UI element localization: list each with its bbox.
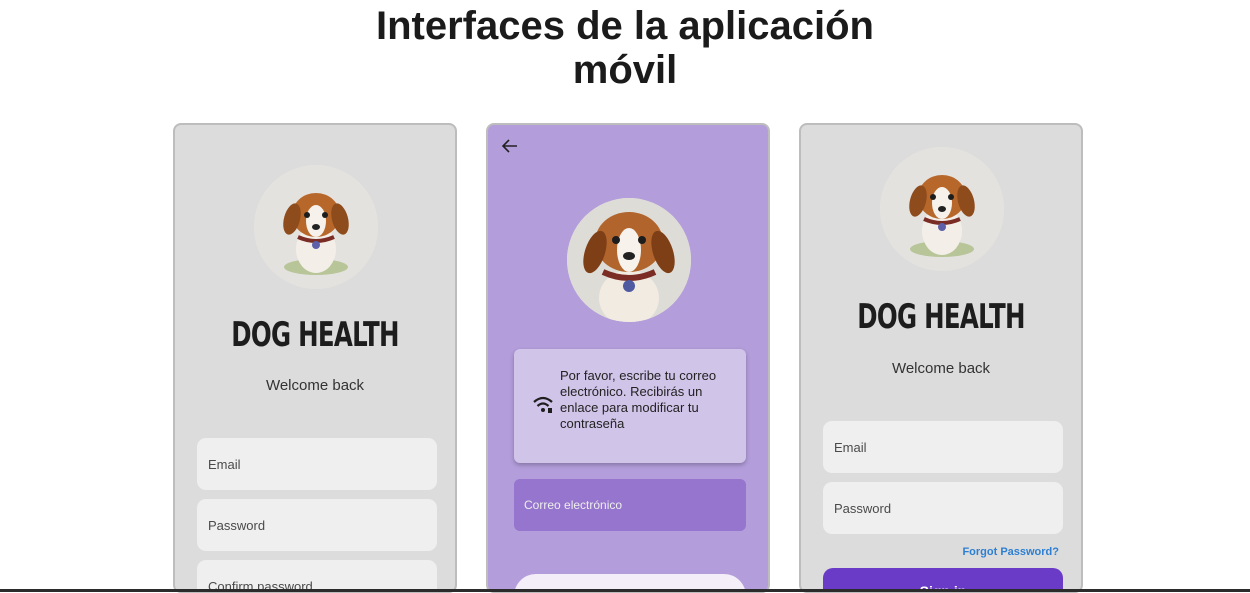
brand-title: DOG HEALTH (857, 297, 1025, 337)
password-field[interactable]: Password (823, 482, 1063, 534)
info-card: Por favor, escribe tu correo electrónico… (514, 349, 746, 463)
dog-avatar-icon (254, 165, 378, 289)
page-heading-line2: móvil (572, 48, 678, 92)
password-field[interactable]: Password (197, 499, 437, 551)
forgot-password-link[interactable]: Forgot Password? (962, 546, 1059, 558)
dog-avatar-icon (567, 198, 691, 322)
welcome-subtitle: Welcome back (891, 360, 991, 377)
signup-screen: DOG HEALTH Welcome back Email Password C… (173, 123, 457, 593)
wifi-icon (533, 396, 553, 413)
login-screen: DOG HEALTH Welcome back Email Password F… (799, 123, 1083, 593)
email-field[interactable]: Correo electrónico (514, 479, 746, 531)
page-heading: Interfaces de la aplicación móvil (0, 4, 1250, 92)
back-arrow-icon[interactable] (501, 137, 518, 158)
email-field[interactable]: Email (197, 438, 437, 490)
page-heading-line1: Interfaces de la aplicación (376, 4, 874, 48)
reset-password-screen: Por favor, escribe tu correo electrónico… (486, 123, 770, 593)
email-field[interactable]: Email (823, 421, 1063, 473)
brand-title: DOG HEALTH (231, 315, 399, 355)
info-message: Por favor, escribe tu correo electrónico… (560, 368, 717, 431)
welcome-subtitle: Welcome back (265, 377, 365, 394)
dog-avatar-icon (880, 147, 1004, 271)
